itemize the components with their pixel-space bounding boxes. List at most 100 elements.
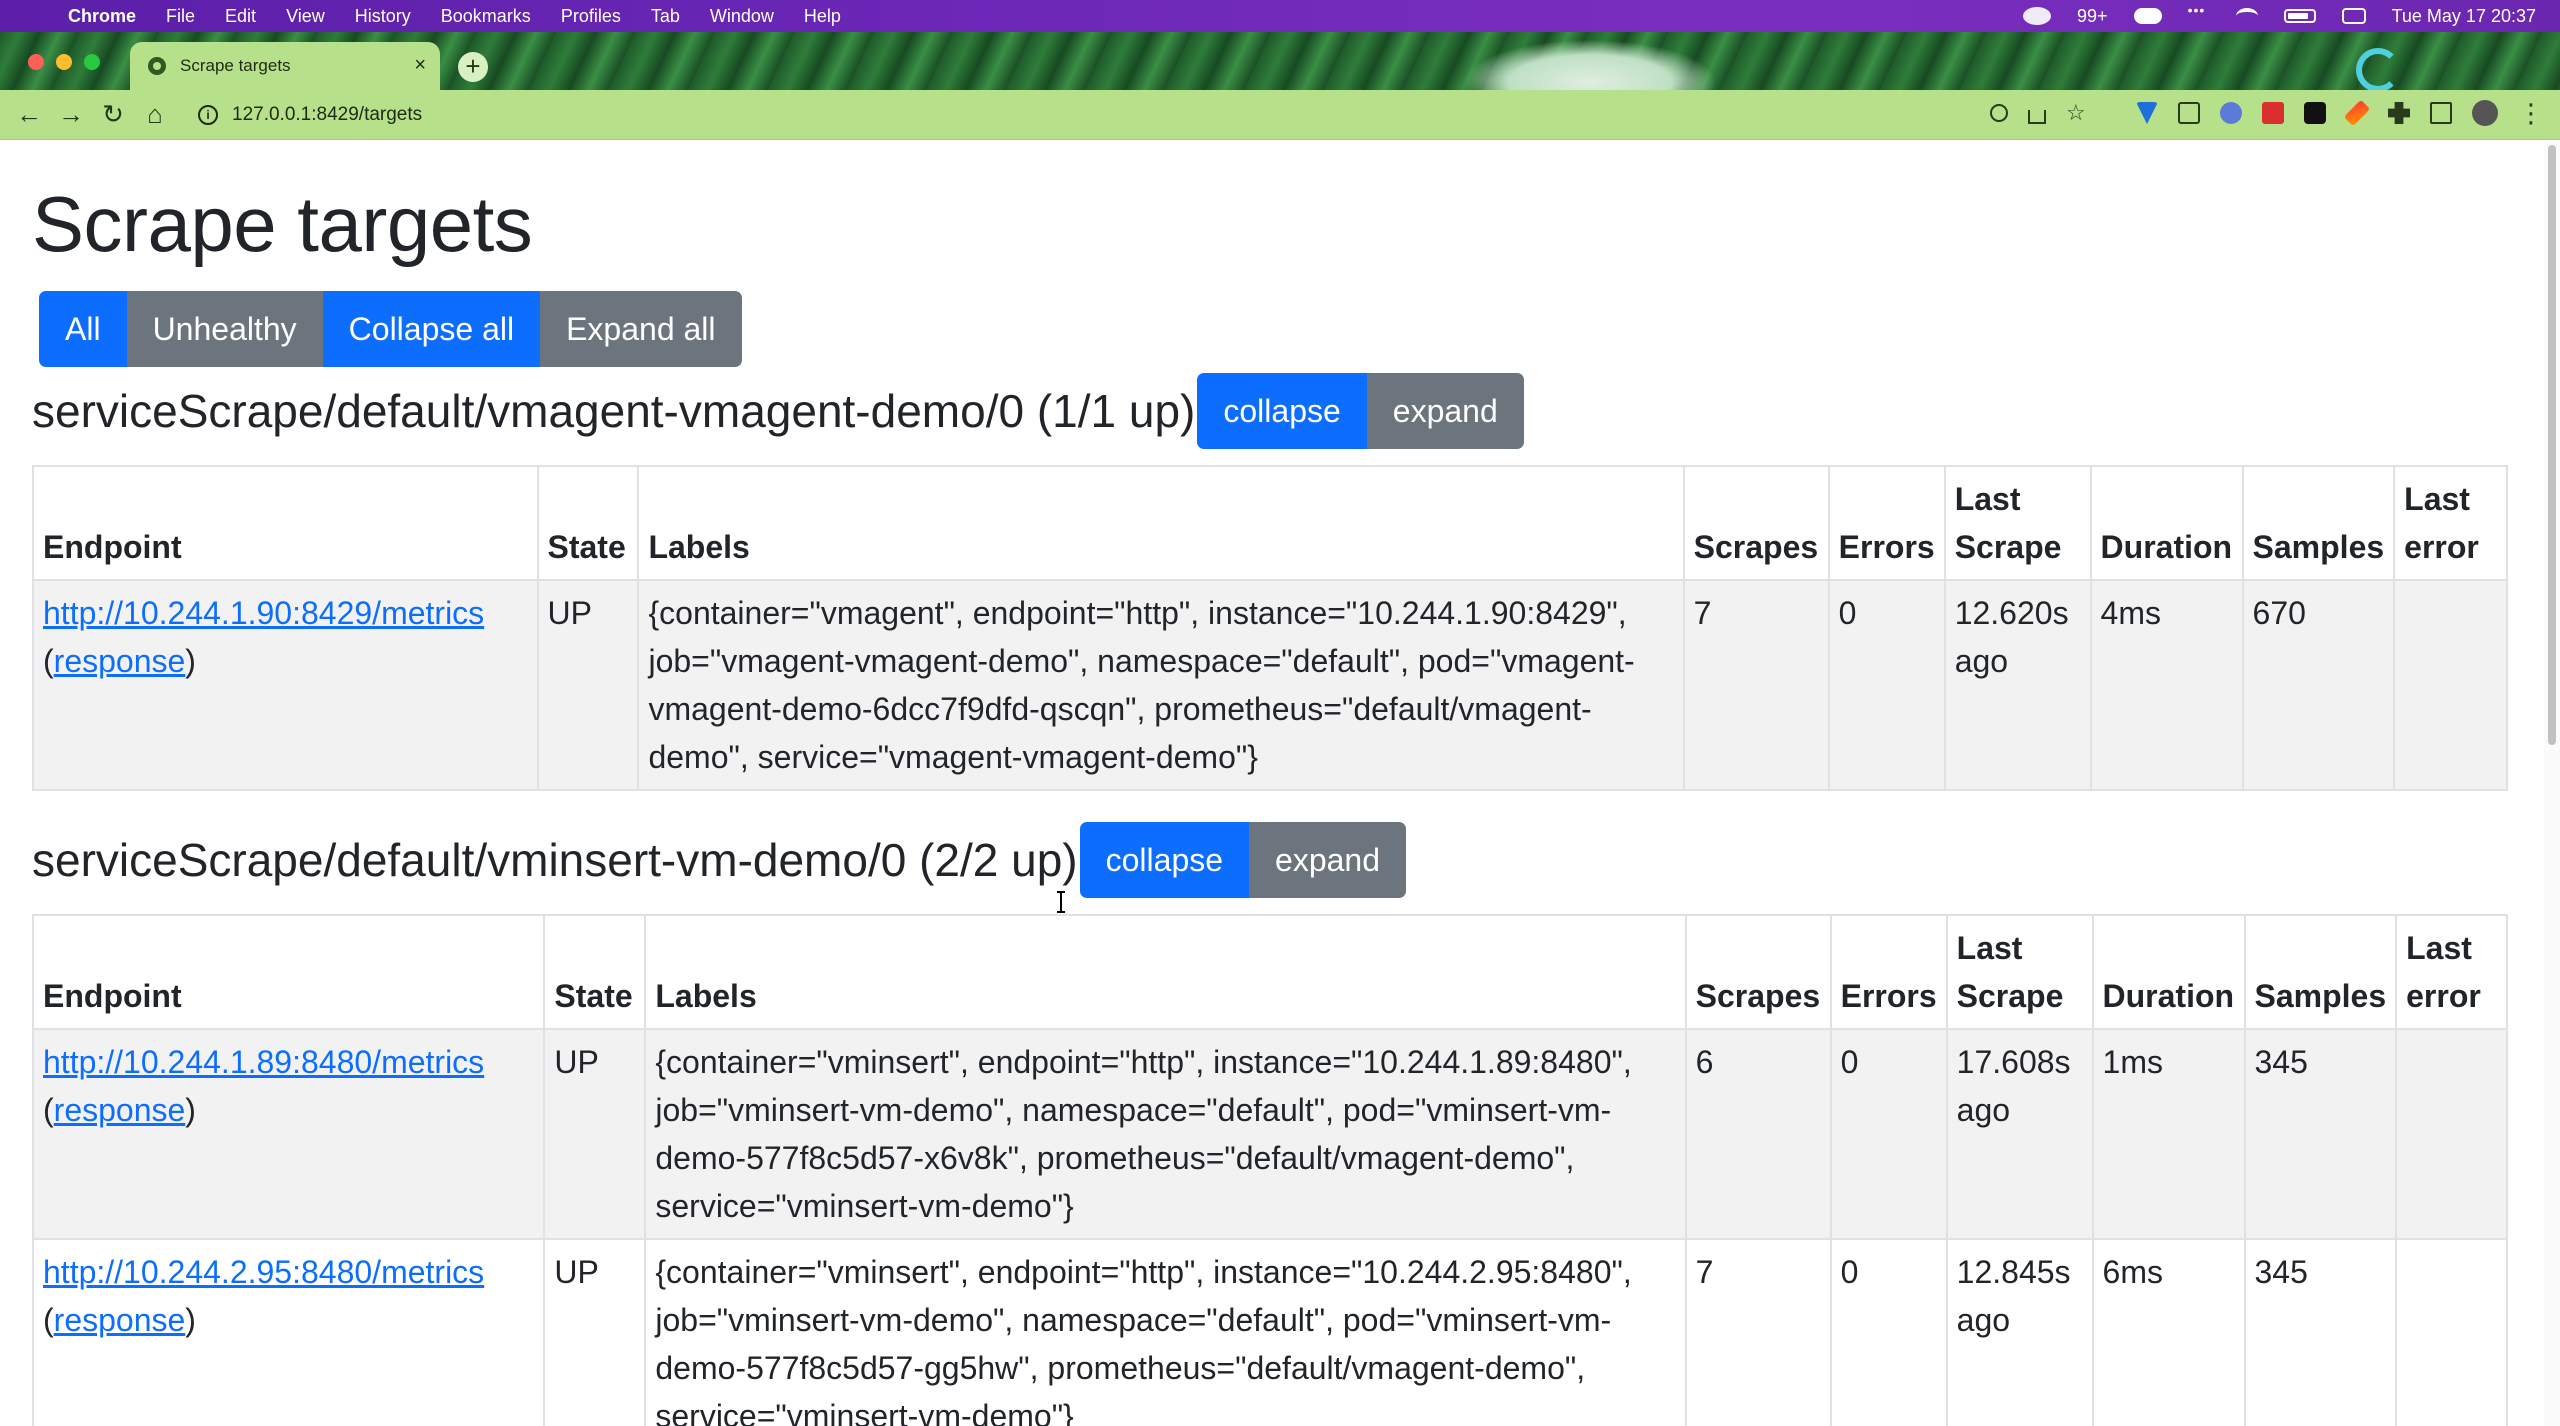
tab-close-icon[interactable]: ×: [414, 54, 426, 76]
notification-count: 99+: [2077, 5, 2108, 26]
group-collapse-button[interactable]: collapse: [1079, 822, 1250, 898]
cell-state: UP: [536, 579, 640, 791]
col-state: State: [536, 465, 640, 581]
bookmark-star-icon[interactable]: [2066, 100, 2088, 126]
response-open-paren: (: [43, 643, 54, 679]
cell-last-error: [2393, 579, 2508, 791]
menu-file[interactable]: File: [166, 6, 195, 27]
col-duration: Duration: [2091, 914, 2246, 1030]
browser-toolbar: ← → ↻ ⌂ i 127.0.0.1:8429/targets: [0, 90, 2560, 140]
table-header-row: Endpoint State Labels Scrapes Errors Las…: [31, 914, 2508, 1030]
endpoint-link[interactable]: http://10.244.1.90:8429/metrics: [43, 595, 484, 631]
target-group-title: serviceScrape/default/vminsert-vm-demo/0…: [32, 834, 1078, 886]
share-icon[interactable]: [2028, 110, 2046, 124]
menu-tab[interactable]: Tab: [651, 6, 680, 27]
chrome-menu-icon[interactable]: [2518, 102, 2540, 124]
vue-devtools-extension-icon[interactable]: [2136, 102, 2158, 124]
targets-table: Endpoint State Labels Scrapes Errors Las…: [32, 465, 2508, 791]
browser-tab-active[interactable]: Scrape targets ×: [130, 42, 440, 90]
chart-extension-icon[interactable]: [2178, 102, 2200, 124]
cell-labels: {container="vminsert", endpoint="http", …: [644, 1238, 1687, 1426]
response-close-paren: ): [185, 1302, 196, 1338]
close-window-icon[interactable]: [28, 54, 44, 70]
red-extension-icon[interactable]: [2262, 102, 2284, 124]
new-tab-plus-icon[interactable]: +: [458, 52, 488, 82]
extensions-puzzle-icon[interactable]: [2388, 102, 2410, 124]
group-collapse-button[interactable]: collapse: [1197, 373, 1367, 449]
response-link[interactable]: response: [54, 1302, 186, 1338]
cell-labels: {container="vmagent", endpoint="http", i…: [637, 579, 1685, 791]
menubar-status-area: 99+ Tue May 17 20:37: [2023, 0, 2536, 32]
collapse-all-button[interactable]: Collapse all: [322, 291, 541, 367]
table-row: http://10.244.2.95:8480/metrics (respons…: [31, 1238, 2508, 1426]
endpoint-link[interactable]: http://10.244.2.95:8480/metrics: [43, 1254, 484, 1290]
tab-favicon-icon: [148, 57, 166, 75]
site-info-icon[interactable]: i: [198, 105, 218, 125]
reload-icon[interactable]: ↻: [100, 101, 126, 128]
cell-samples: 345: [2243, 1238, 2398, 1426]
menu-help[interactable]: Help: [804, 6, 841, 27]
target-group-header: serviceScrape/default/vminsert-vm-demo/0…: [32, 822, 1407, 898]
menu-window[interactable]: Window: [710, 6, 774, 27]
page-scrollbar[interactable]: [2544, 141, 2560, 1426]
menu-edit[interactable]: Edit: [225, 6, 256, 27]
expand-all-button[interactable]: Expand all: [540, 291, 742, 367]
home-icon[interactable]: ⌂: [142, 101, 168, 128]
side-panel-icon[interactable]: [2430, 102, 2452, 124]
battery-icon[interactable]: [2283, 9, 2316, 23]
menu-bookmarks[interactable]: Bookmarks: [441, 6, 531, 27]
filter-unhealthy-button[interactable]: Unhealthy: [126, 291, 323, 367]
profile-avatar[interactable]: [2472, 100, 2498, 126]
zoom-icon[interactable]: [1990, 104, 2008, 122]
response-close-paren: ): [185, 1092, 196, 1128]
text-cursor-icon: [1057, 891, 1065, 913]
fullscreen-window-icon[interactable]: [84, 54, 100, 70]
control-center-icon[interactable]: [2341, 8, 2366, 24]
blue-circle-extension-icon[interactable]: [2220, 102, 2242, 124]
address-bar[interactable]: i 127.0.0.1:8429/targets: [186, 96, 2086, 134]
cell-state: UP: [543, 1238, 647, 1426]
cell-last-error: [2395, 1238, 2508, 1426]
wechat-icon[interactable]: [2023, 7, 2052, 25]
menu-profiles[interactable]: Profiles: [561, 6, 621, 27]
col-scrapes: Scrapes: [1682, 465, 1830, 581]
col-errors: Errors: [1827, 465, 1946, 581]
cell-samples: 670: [2241, 579, 2396, 791]
response-link[interactable]: response: [54, 643, 186, 679]
col-state: State: [543, 914, 647, 1030]
col-scrapes: Scrapes: [1684, 914, 1832, 1030]
group-expand-button[interactable]: expand: [1249, 822, 1407, 898]
cell-scrapes: 7: [1684, 1238, 1832, 1426]
menu-history[interactable]: History: [355, 6, 411, 27]
scrollbar-thumb[interactable]: [2548, 145, 2556, 745]
cell-last-scrape: 17.608s ago: [1945, 1028, 2094, 1240]
response-link[interactable]: response: [54, 1092, 186, 1128]
minimize-window-icon[interactable]: [56, 54, 72, 70]
col-endpoint: Endpoint: [32, 465, 539, 581]
extensions-row: [2136, 99, 2540, 127]
cloud-icon[interactable]: [2133, 8, 2162, 24]
col-last-error: Last error: [2393, 465, 2508, 581]
address-url[interactable]: 127.0.0.1:8429/targets: [232, 104, 422, 126]
menu-app-name[interactable]: Chrome: [68, 6, 136, 27]
pen-extension-icon[interactable]: [2343, 99, 2371, 127]
forward-arrow-icon[interactable]: →: [58, 101, 84, 128]
cell-samples: 345: [2243, 1028, 2398, 1240]
endpoint-link[interactable]: http://10.244.1.89:8480/metrics: [43, 1044, 484, 1080]
watermark-ring-icon: [2356, 48, 2400, 92]
group-expand-button[interactable]: expand: [1366, 373, 1524, 449]
col-last-scrape: Last Scrape: [1945, 914, 2094, 1030]
back-arrow-icon[interactable]: ←: [16, 101, 42, 128]
more-dots-icon[interactable]: [2188, 2, 2210, 24]
menu-view[interactable]: View: [286, 6, 325, 27]
col-last-scrape: Last Scrape: [1943, 465, 2092, 581]
watermark-logo: [2356, 48, 2546, 92]
filter-all-button[interactable]: All: [39, 291, 127, 367]
cell-scrapes: 7: [1682, 579, 1830, 791]
cell-endpoint: http://10.244.1.90:8429/metrics (respons…: [32, 579, 539, 791]
apple-icon[interactable]: [28, 6, 46, 26]
target-group-title: serviceScrape/default/vmagent-vmagent-de…: [32, 385, 1196, 437]
notion-extension-icon[interactable]: [2304, 102, 2326, 124]
menubar-clock[interactable]: Tue May 17 20:37: [2392, 6, 2536, 27]
wifi-icon[interactable]: [2235, 8, 2258, 24]
